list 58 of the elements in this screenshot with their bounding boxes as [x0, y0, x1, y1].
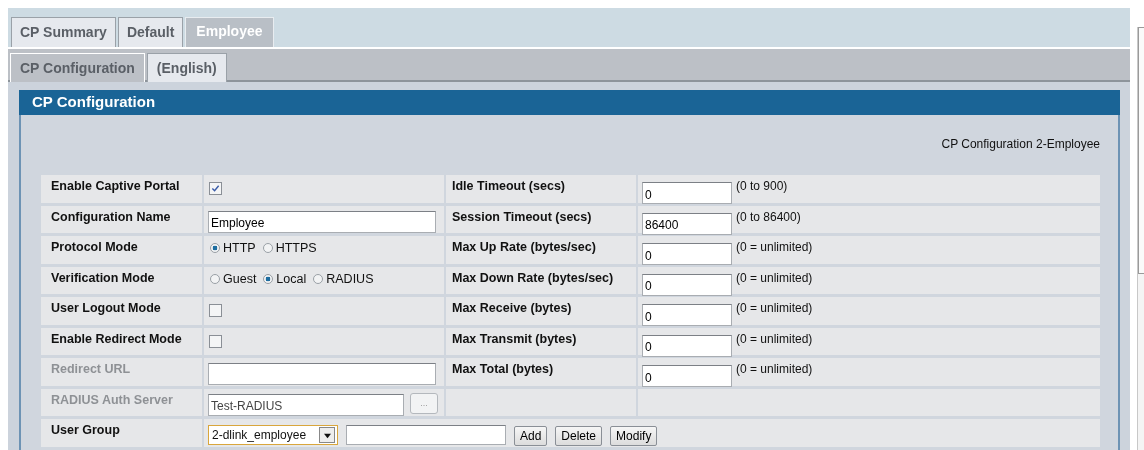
range-hint: (0 = unlimited) [736, 331, 813, 346]
group-button[interactable]: Delete [555, 426, 603, 446]
radio-label[interactable]: HTTPS [275, 241, 317, 255]
radio-label[interactable]: HTTP [223, 241, 256, 255]
radio-button[interactable] [262, 243, 273, 253]
field-label: Idle Timeout (secs) [452, 179, 565, 193]
field-label: User Group [51, 423, 120, 437]
number-field[interactable]: 0 [642, 304, 732, 326]
group-dropdown[interactable]: 2-dlink_employee [208, 425, 338, 445]
scrollbar[interactable] [1137, 27, 1144, 450]
number-field[interactable]: 0 [642, 243, 732, 265]
field-label: Enable Captive Portal [51, 179, 180, 193]
field-label: Max Up Rate (bytes/sec) [452, 240, 596, 254]
checkbox[interactable] [209, 182, 222, 195]
config-caption: CP Configuration 2-Employee [941, 137, 1100, 153]
field-label: Max Receive (bytes) [452, 301, 572, 315]
field-label: User Logout Mode [51, 301, 161, 315]
checkbox[interactable] [209, 304, 222, 317]
field-label: Max Transmit (bytes) [452, 331, 577, 346]
radio-label[interactable]: RADIUS [326, 271, 374, 286]
range-hint: (0 = unlimited) [736, 240, 813, 254]
group-name-field[interactable] [346, 425, 506, 445]
panel-title: CP Configuration [19, 90, 1120, 115]
field-label: Enable Redirect Mode [51, 331, 182, 346]
field-label: Max Down Rate (bytes/sec) [452, 270, 614, 285]
field-label: Session Timeout (secs) [452, 209, 592, 224]
number-field[interactable]: 0 [642, 273, 732, 296]
field-label: RADIUS Auth Server [51, 392, 173, 407]
field-label: Configuration Name [51, 209, 171, 224]
scrollbar-thumb[interactable] [1138, 27, 1144, 274]
subtab[interactable]: CP Configuration [10, 53, 145, 82]
radio-button[interactable] [210, 273, 220, 284]
radio-label[interactable]: Local [276, 271, 307, 286]
text-field[interactable]: Employee [208, 210, 436, 233]
field-label: Protocol Mode [51, 240, 138, 254]
field-label: Redirect URL [51, 362, 131, 376]
range-hint: (0 to 900) [736, 179, 788, 193]
radio-label[interactable]: Guest [223, 271, 257, 286]
range-hint: (0 = unlimited) [736, 301, 813, 315]
subtab[interactable]: (English) [146, 53, 227, 82]
number-field[interactable]: 0 [642, 334, 732, 357]
tab[interactable]: Default [117, 17, 184, 47]
number-field[interactable]: 0 [642, 365, 732, 387]
radio-button[interactable] [313, 273, 324, 284]
number-field[interactable]: 86400 [642, 212, 732, 235]
range-hint: (0 to 86400) [736, 209, 801, 224]
field-label: Max Total (bytes) [452, 362, 554, 376]
field-label: Verification Mode [51, 270, 155, 285]
range-hint: (0 = unlimited) [736, 362, 813, 376]
text-field[interactable] [208, 363, 436, 385]
group-button[interactable]: Add [514, 426, 548, 446]
radio-button[interactable] [263, 273, 274, 284]
tab[interactable]: CP Summary [11, 17, 116, 47]
checkbox[interactable] [209, 334, 222, 348]
range-hint: (0 = unlimited) [736, 270, 813, 285]
group-button[interactable]: Modify [610, 426, 658, 446]
radio-button[interactable] [210, 243, 220, 253]
number-field[interactable]: 0 [642, 182, 732, 204]
